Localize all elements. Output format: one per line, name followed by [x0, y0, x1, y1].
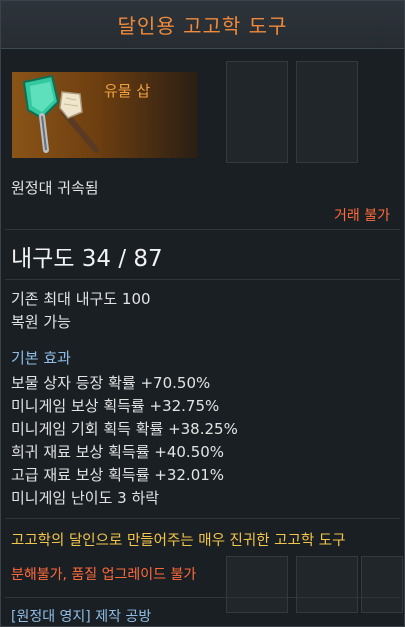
effect-item: 미니게임 난이도 3 하락 — [11, 489, 160, 507]
item-source: [원정대 영지] 제작 공방 — [11, 609, 152, 625]
effect-item: 미니게임 기회 획득 확률 +38.25% — [11, 420, 238, 438]
divider — [5, 518, 400, 519]
max-durability: 기존 최대 내구도 100 — [11, 290, 151, 308]
durability: 내구도 34 / 87 — [11, 246, 163, 272]
shovel-brush-icon — [22, 74, 99, 153]
repairable-status: 복원 가능 — [11, 313, 71, 331]
effect-item: 고급 재료 보상 획득률 +32.01% — [11, 466, 225, 484]
background-slot — [296, 61, 358, 163]
effect-item: 희귀 재료 보상 획득률 +40.50% — [11, 443, 225, 461]
background-slot — [226, 556, 288, 613]
trade-status: 거래 불가 — [334, 208, 390, 224]
section-title: 기본 효과 — [11, 349, 71, 367]
title-bar: 달인용 고고학 도구 — [1, 1, 404, 49]
background-slot — [361, 556, 403, 613]
item-card: 유물 삽 — [12, 72, 198, 158]
item-tooltip: 달인용 고고학 도구 유물 삽 원정대 귀속됨 거래 불가 내구도 34 / 8… — [0, 0, 405, 627]
item-restrictions: 분해불가, 품질 업그레이드 불가 — [11, 567, 197, 583]
item-title: 달인용 고고학 도구 — [117, 14, 288, 38]
divider — [5, 279, 400, 280]
background-slot — [226, 61, 288, 163]
background-slot — [296, 556, 358, 613]
bound-status: 원정대 귀속됨 — [11, 179, 99, 197]
effect-item: 미니게임 보상 획득률 +32.75% — [11, 397, 220, 415]
effect-item: 보물 상자 등장 확률 +70.50% — [11, 374, 211, 392]
item-description: 고고학의 달인으로 만들어주는 매우 진귀한 고고학 도구 — [11, 533, 346, 549]
divider — [5, 229, 400, 230]
divider — [5, 597, 400, 598]
item-grade: 유물 삽 — [104, 82, 151, 100]
